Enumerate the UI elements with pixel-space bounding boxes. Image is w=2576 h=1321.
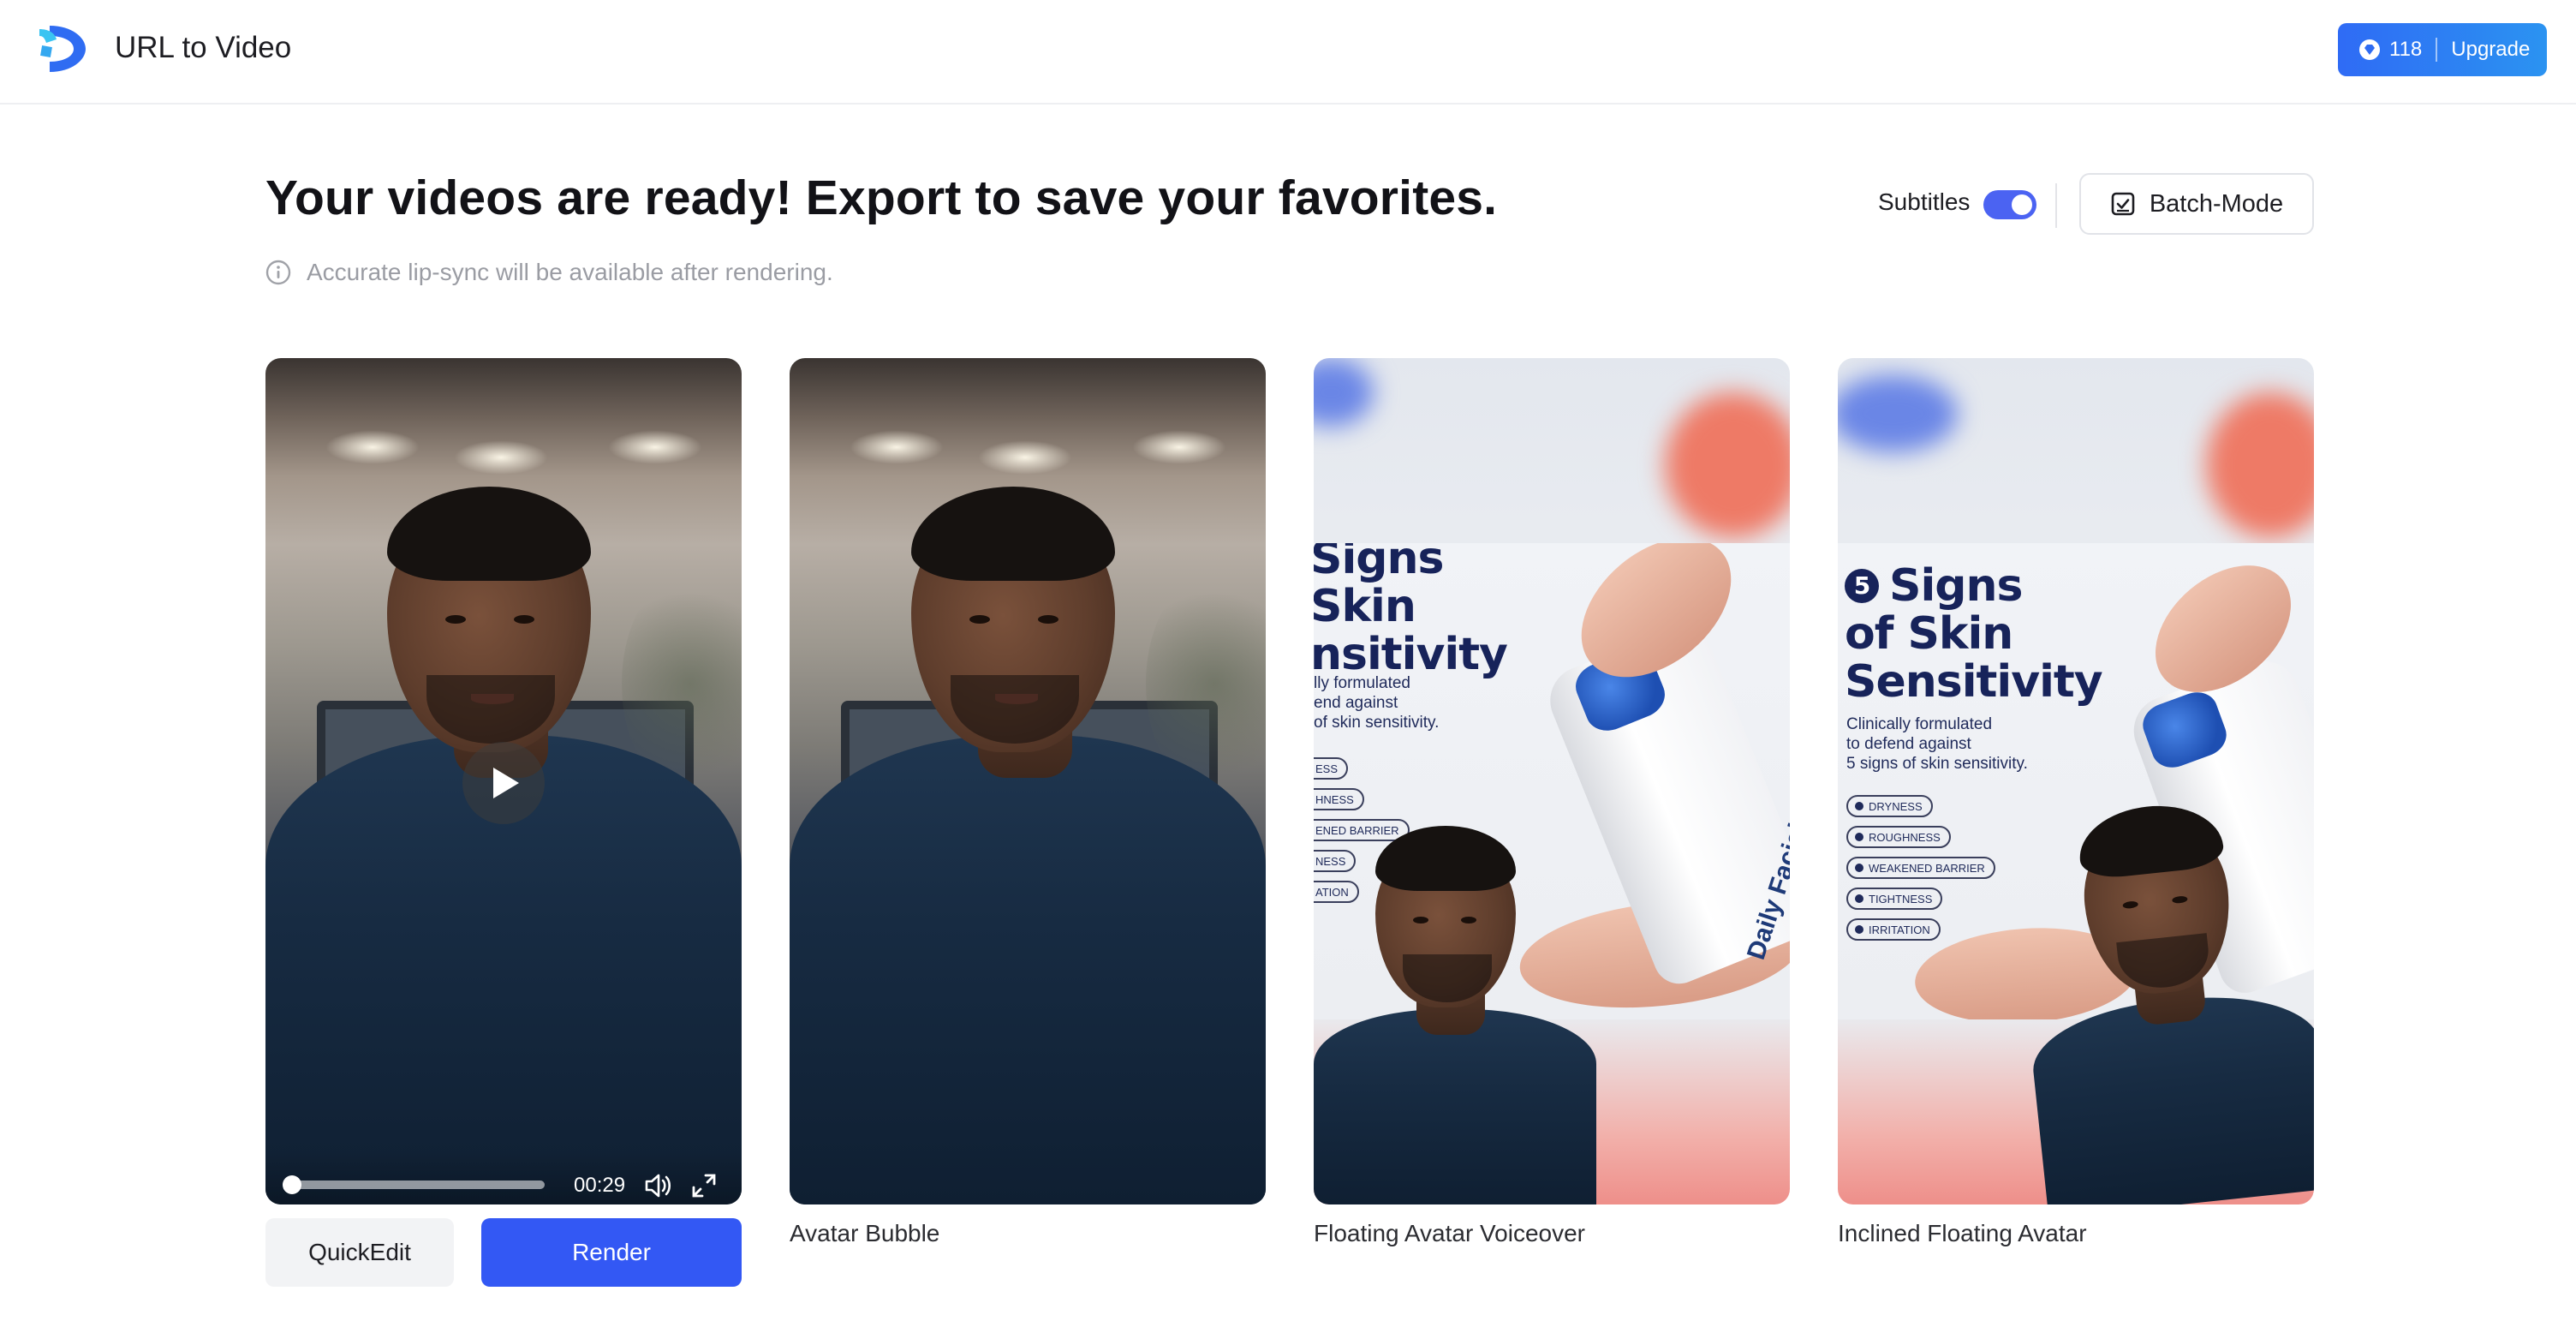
batch-mode-label: Batch-Mode	[2149, 189, 2284, 218]
render-button[interactable]: Render	[481, 1218, 742, 1287]
ad-subtitle-line: lly formulated	[1314, 674, 1410, 692]
ad-title-line: Signs	[1889, 560, 2023, 612]
app-logo-icon[interactable]	[38, 21, 89, 77]
player-controls: 00:29	[265, 1151, 742, 1204]
ad-subtitle-line: Clinically formulated	[1846, 715, 1993, 733]
ad-subtitle-line: to defend against	[1846, 735, 1971, 753]
video-card-inclined-floating-avatar[interactable]: 5 Signs of Skin Sensitivity Clinically f…	[1838, 358, 2314, 1204]
blur-blob	[1314, 358, 1374, 427]
ad-subtitle: lly formulated end against of skin sensi…	[1314, 673, 1439, 732]
video-preview	[790, 358, 1266, 1204]
progress-track[interactable]	[286, 1181, 545, 1189]
top-bar: URL to Video 118 Upgrade	[0, 0, 2576, 105]
avatar-presenter	[2005, 773, 2314, 1204]
play-button[interactable]	[462, 742, 545, 824]
subtitles-label: Subtitles	[1878, 188, 1971, 215]
toggle-knob	[2012, 194, 2032, 215]
upgrade-button[interactable]: 118 Upgrade	[2338, 23, 2547, 76]
ad-title-line: nsitivity	[1314, 629, 1508, 680]
card-caption-floating-avatar-voiceover: Floating Avatar Voiceover	[1314, 1220, 1586, 1246]
ad-title-line: of Skin	[1845, 608, 2013, 660]
upgrade-label: Upgrade	[2451, 38, 2531, 61]
quickedit-button[interactable]: QuickEdit	[265, 1218, 454, 1287]
volume-icon[interactable]	[642, 1170, 673, 1201]
ad-title-first-row: 5 Signs	[1845, 562, 2102, 610]
video-card-avatar-bubble[interactable]	[790, 358, 1266, 1204]
diamond-credits-icon	[2359, 39, 2380, 60]
video-preview: 5 Signs of Skin Sensitivity Clinically f…	[1838, 358, 2314, 1204]
video-card-floating-avatar-voiceover[interactable]: Signs Skin nsitivity lly formulated end …	[1314, 358, 1790, 1204]
upgrade-divider	[2436, 38, 2438, 62]
video-time: 00:29	[574, 1174, 626, 1197]
blur-blob	[2206, 392, 2314, 538]
ad-subtitle-line: end against	[1314, 694, 1398, 712]
ad-pill: ESS	[1314, 757, 1349, 780]
video-preview: Signs Skin nsitivity lly formulated end …	[1314, 358, 1790, 1204]
ad-subtitle-line: 5 signs of skin sensitivity.	[1846, 755, 2028, 773]
ad-title: 5 Signs of Skin Sensitivity	[1845, 562, 2103, 708]
progress-thumb[interactable]	[283, 1175, 301, 1194]
ad-pill: ROUGHNESS	[1846, 826, 1951, 848]
avatar-presenter	[790, 358, 1266, 1204]
lip-sync-note-text: Accurate lip-sync will be available afte…	[307, 259, 833, 285]
lip-sync-note: Accurate lip-sync will be available afte…	[265, 259, 833, 286]
ad-pill: IRRITATION	[1846, 918, 1941, 941]
ad-title-line: Signs	[1314, 543, 1444, 584]
video-card-1[interactable]: 00:29	[265, 358, 742, 1204]
info-icon	[265, 260, 291, 285]
card-caption-avatar-bubble: Avatar Bubble	[790, 1220, 940, 1246]
avatar-presenter	[1314, 812, 1596, 1204]
ad-title: Signs Skin nsitivity	[1314, 543, 1508, 680]
play-icon	[493, 768, 519, 798]
credits-count: 118	[2389, 38, 2423, 61]
fullscreen-icon[interactable]	[690, 1172, 718, 1199]
checkbox-icon	[2111, 192, 2135, 216]
blur-blob	[1665, 392, 1790, 538]
ad-pill: HNESS	[1314, 788, 1364, 810]
toolbar-divider	[2055, 183, 2057, 228]
ad-title-line: Sensitivity	[1845, 656, 2103, 708]
subtitles-toggle[interactable]	[1983, 190, 2036, 219]
ad-subtitle: Clinically formulated to defend against …	[1846, 714, 2028, 774]
ad-number-badge: 5	[1845, 569, 1879, 603]
app-title: URL to Video	[115, 31, 292, 64]
ad-title-line: Skin	[1314, 581, 1416, 632]
blur-blob	[1838, 375, 1958, 452]
batch-mode-button[interactable]: Batch-Mode	[2079, 173, 2314, 235]
ad-subtitle-line: of skin sensitivity.	[1314, 714, 1440, 732]
ad-pill: TIGHTNESS	[1846, 888, 1943, 910]
card-caption-inclined-floating-avatar: Inclined Floating Avatar	[1838, 1220, 2087, 1246]
page-title: Your videos are ready! Export to save yo…	[265, 170, 1498, 225]
ad-pill: WEAKENED BARRIER	[1846, 857, 1995, 879]
ad-pill: DRYNESS	[1846, 795, 1933, 817]
